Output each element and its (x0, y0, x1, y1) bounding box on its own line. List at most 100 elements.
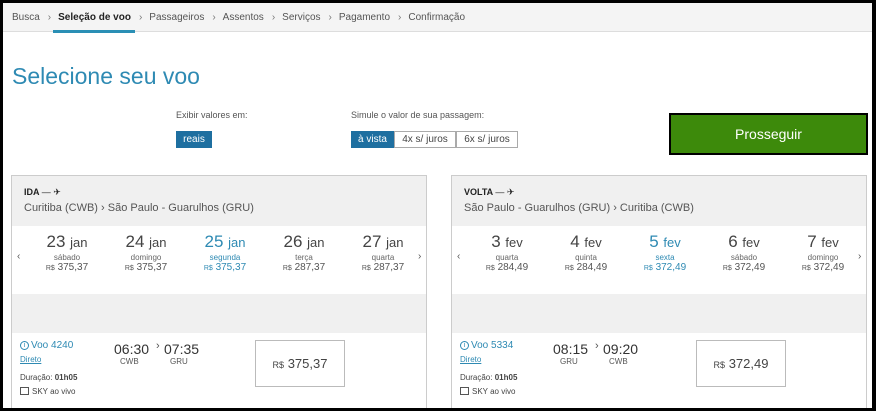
date-option[interactable]: 6 fev sábado R$ 372,49 (709, 232, 779, 273)
date-option[interactable]: 23 jan sábado R$ 375,37 (32, 232, 102, 273)
date-weekday: domingo (807, 253, 839, 262)
date-month: jan (149, 235, 167, 250)
date-price: 372,49 (655, 262, 687, 273)
direct-link[interactable]: Direto (20, 355, 41, 364)
duration-value: 01h05 (494, 373, 518, 382)
direct-link[interactable]: Direto (460, 355, 481, 364)
breadcrumb: Busca › Seleção de voo › Passageiros › Asse… (3, 3, 872, 33)
separator-band (12, 294, 426, 333)
date-month: fev (663, 235, 681, 250)
flight-number: Voo 5334 (471, 340, 514, 351)
date-option-selected[interactable]: 5 fev sexta R$ 372,49 (630, 232, 700, 273)
crumb-selecao-de-voo: Seleção de voo (53, 3, 135, 33)
date-option[interactable]: 4 fev quinta R$ 284,49 (551, 232, 621, 273)
date-option-selected[interactable]: 25 jan segunda R$ 375,37 (190, 232, 260, 273)
date-option[interactable]: 24 jan domingo R$ 375,37 (111, 232, 181, 273)
flight-option: i Voo 5334 Direto Duração: 01h05 SKY ao v… (452, 333, 866, 408)
date-carousel: ‹ 23 jan sábado R$ 375,37 24 jan domingo… (12, 227, 426, 294)
date-weekday: terça (295, 253, 313, 262)
return-panel: VOLTA — ✈ São Paulo - Guarulhos (GRU) › … (451, 175, 867, 408)
date-price: 284,49 (576, 262, 608, 273)
route-destination: São Paulo - Guarulhos (GRU) (107, 202, 254, 214)
duration-value: 01h05 (54, 373, 78, 382)
date-day: 6 (728, 232, 738, 251)
departure-code: CWB (120, 357, 139, 366)
crumb-busca[interactable]: Busca (12, 3, 40, 32)
chevron-left-icon[interactable]: ‹ (17, 251, 20, 262)
date-weekday: domingo (130, 253, 162, 262)
fare-price: 372,49 (728, 356, 769, 371)
date-day: 25 (204, 232, 224, 251)
currency-symbol: R$ (643, 265, 653, 272)
date-option[interactable]: 26 jan terça R$ 287,37 (269, 232, 339, 273)
fare-price-button[interactable]: R$ 372,49 (696, 340, 786, 387)
chevron-right-icon[interactable]: › (858, 251, 861, 262)
currency-label: Exibir valores em: (176, 110, 248, 120)
airplane-icon: — ✈ (495, 187, 515, 197)
date-option[interactable]: 3 fev quarta R$ 284,49 (472, 232, 542, 273)
date-day: 4 (570, 232, 580, 251)
date-weekday: quarta (495, 253, 519, 262)
chevron-right-icon: › (156, 340, 160, 352)
outbound-panel: IDA — ✈ Curitiba (CWB) › São Paulo - Gua… (11, 175, 427, 408)
date-day: 7 (807, 232, 817, 251)
crumb-confirmacao: Confirmação (408, 11, 466, 23)
chevron-right-icon: › (101, 202, 105, 214)
date-month: jan (228, 235, 246, 250)
crumb-servicos: Serviços (282, 11, 321, 23)
date-weekday: sábado (730, 253, 758, 262)
date-option[interactable]: 7 fev domingo R$ 372,49 (788, 232, 858, 273)
date-price: 375,37 (57, 262, 89, 273)
date-month: jan (307, 235, 325, 250)
fare-price-button[interactable]: R$ 375,37 (255, 340, 345, 387)
date-weekday: sábado (53, 253, 81, 262)
tv-icon (460, 387, 469, 395)
amenity-label: SKY ao vivo (472, 387, 516, 396)
chevron-right-icon[interactable]: › (418, 251, 421, 262)
payment-4x-button[interactable]: 4x s/ juros (394, 131, 456, 148)
crumb-assentos: Assentos (222, 11, 264, 23)
continue-button[interactable]: Prosseguir (669, 113, 868, 155)
app-frame: Busca › Seleção de voo › Passageiros › Asse… (3, 3, 872, 408)
separator-band (452, 294, 866, 333)
date-price: 287,37 (373, 262, 405, 273)
chevron-right-icon: › (138, 11, 143, 23)
currency-symbol: R$ (361, 265, 371, 272)
departure-code: GRU (560, 357, 578, 366)
date-carousel: ‹ 3 fev quarta R$ 284,49 4 fev quinta R$… (452, 227, 866, 294)
date-option[interactable]: 27 jan quarta R$ 287,37 (348, 232, 418, 273)
crumb-passageiros: Passageiros (149, 11, 205, 23)
date-day: 23 (46, 232, 66, 251)
date-day: 24 (125, 232, 145, 251)
chevron-right-icon: › (271, 11, 276, 23)
direction-label: VOLTA (464, 187, 493, 197)
currency-reais-button[interactable]: reais (176, 131, 212, 148)
payment-a-vista-button[interactable]: à vista (351, 131, 394, 148)
date-month: fev (584, 235, 602, 250)
chevron-right-icon: › (613, 202, 617, 214)
route-origin: Curitiba (CWB) (24, 202, 98, 214)
currency-symbol: R$ (272, 360, 285, 370)
flight-option: i Voo 4240 Direto Duração: 01h05 SKY ao v… (12, 333, 426, 408)
chevron-right-icon: › (212, 11, 216, 23)
date-month: fev (742, 235, 760, 250)
currency-symbol: R$ (203, 265, 213, 272)
duration-label: Duração: (460, 373, 493, 382)
crumb-pagamento: Pagamento (338, 11, 391, 23)
airplane-icon: — ✈ (41, 187, 61, 197)
route-destination: Curitiba (CWB) (619, 202, 694, 214)
date-day: 27 (362, 232, 382, 251)
payment-label: Simule o valor de sua passagem: (351, 110, 485, 120)
payment-6x-button[interactable]: 6x s/ juros (456, 131, 518, 148)
departure-time: 06:30 (114, 341, 150, 357)
arrival-time: 07:35 (164, 341, 200, 357)
route-origin: São Paulo - Guarulhos (GRU) (464, 202, 611, 214)
chevron-right-icon: › (398, 11, 402, 23)
departure-time: 08:15 (553, 341, 589, 357)
chevron-right-icon: › (47, 11, 52, 23)
chevron-left-icon[interactable]: ‹ (457, 251, 460, 262)
chevron-right-icon: › (328, 11, 332, 23)
currency-symbol: R$ (564, 265, 574, 272)
currency-symbol: R$ (722, 265, 732, 272)
info-icon: i (20, 341, 29, 350)
